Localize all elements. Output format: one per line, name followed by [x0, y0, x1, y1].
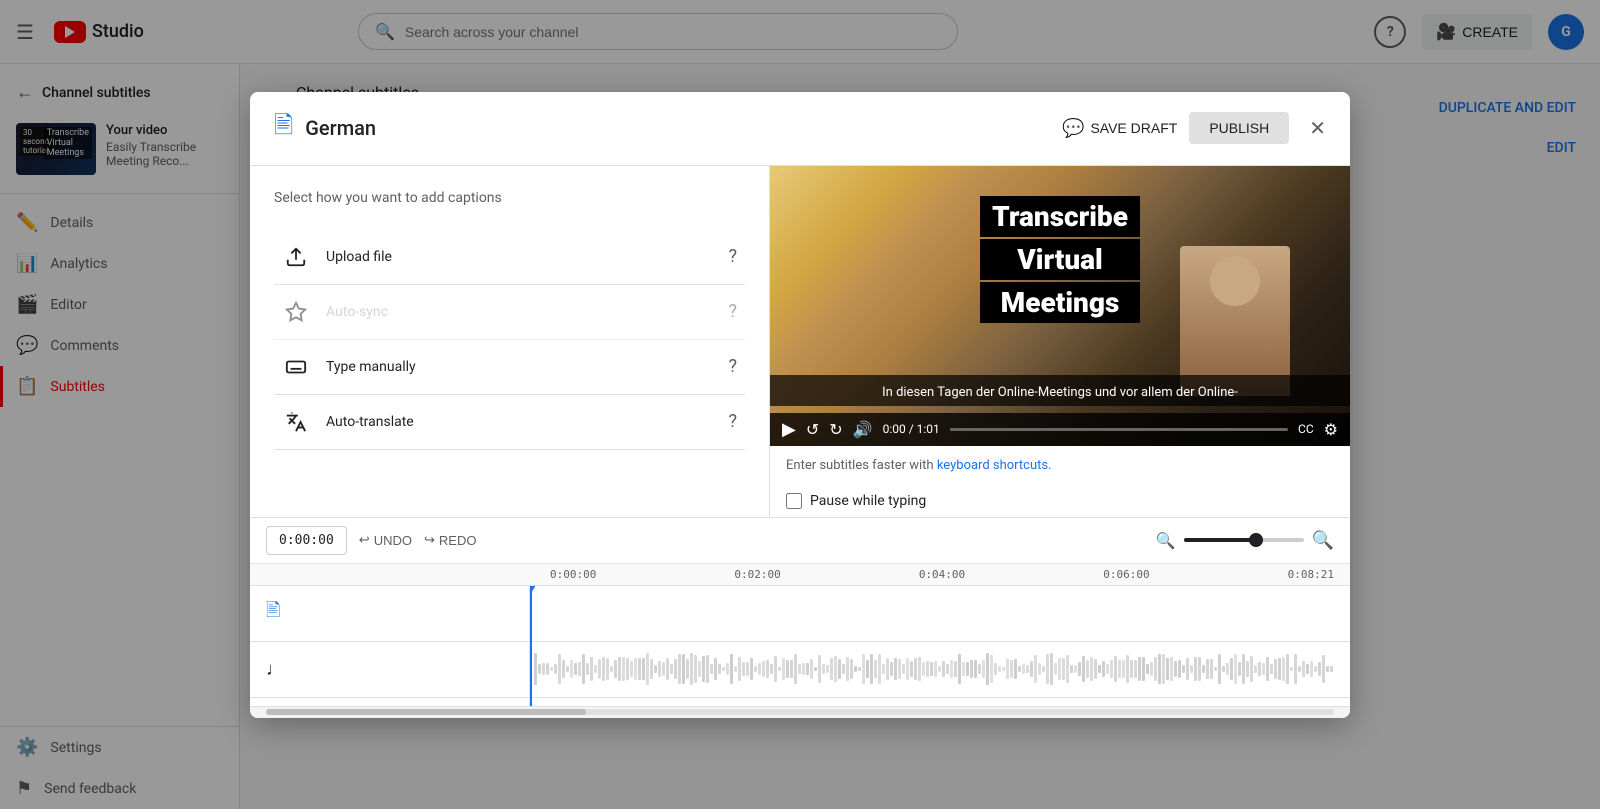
captions-panel-title: Select how you want to add captions	[274, 190, 745, 206]
video-info-panel: Enter subtitles faster with keyboard sho…	[770, 446, 1350, 485]
auto-translate-option[interactable]: Auto-translate ?	[274, 395, 745, 450]
scrollbar-container	[250, 706, 1350, 718]
pause-checkbox-container: Pause while typing	[770, 485, 1350, 517]
zoom-slider-thumb[interactable]	[1249, 533, 1263, 547]
modal-header: 🖹 German 💬 SAVE DRAFT PUBLISH ✕	[250, 92, 1350, 166]
scrollbar-thumb[interactable]	[266, 709, 586, 715]
ruler-mark-3: 0:06:00	[1103, 568, 1149, 581]
redo-button[interactable]: ↪ REDO	[424, 532, 476, 548]
track-content	[530, 586, 1350, 706]
type-manually-option[interactable]: Type manually ?	[274, 340, 745, 395]
audio-track-label: ♩	[250, 642, 529, 698]
volume-button[interactable]: 🔊	[853, 420, 873, 439]
track-labels: 🖹 ♩	[250, 586, 530, 706]
time-display: 0:00:00	[266, 526, 347, 555]
modal-header-icon: 🖹	[274, 108, 293, 149]
modal-body: Select how you want to add captions Uplo…	[250, 166, 1350, 517]
subtitle-modal: 🖹 German 💬 SAVE DRAFT PUBLISH ✕ Select h…	[250, 92, 1350, 718]
overlay-line1: Transcribe	[980, 196, 1140, 237]
keyboard-icon	[282, 356, 310, 378]
pause-while-typing-label: Pause while typing	[810, 493, 926, 509]
modal-actions: 💬 SAVE DRAFT PUBLISH ✕	[1062, 112, 1326, 144]
undo-button[interactable]: ↩ UNDO	[359, 532, 412, 548]
playhead	[530, 586, 532, 706]
audio-track-row	[530, 642, 1350, 698]
video-time: 0:00 / 1:01	[883, 422, 940, 436]
scrollbar-track[interactable]	[266, 709, 1334, 715]
translate-icon	[282, 411, 310, 433]
type-manually-help-icon[interactable]: ?	[728, 356, 737, 377]
forward-button[interactable]: ↻	[829, 420, 842, 439]
undo-icon: ↩	[359, 532, 370, 548]
video-overlay-text: Transcribe Virtual Meetings	[980, 196, 1140, 323]
save-draft-label: SAVE DRAFT	[1090, 120, 1177, 136]
timeline-section: 0:00:00 ↩ UNDO ↪ REDO 🔍 🔍	[250, 517, 1350, 718]
ruler-mark-0: 0:00:00	[550, 568, 596, 581]
audio-track-icon: ♩	[266, 659, 284, 680]
auto-translate-label: Auto-translate	[326, 414, 712, 430]
publish-button[interactable]: PUBLISH	[1189, 112, 1289, 144]
waveform	[530, 649, 1350, 689]
play-button[interactable]: ▶	[782, 419, 796, 440]
auto-translate-help-icon[interactable]: ?	[728, 411, 737, 432]
captions-panel: Select how you want to add captions Uplo…	[250, 166, 770, 517]
auto-sync-label: Auto-sync	[326, 304, 712, 320]
rewind-button[interactable]: ↺	[806, 420, 819, 439]
timeline-tracks: 🖹 ♩	[250, 586, 1350, 706]
ruler-marks: 0:00:00 0:02:00 0:04:00 0:06:00 0:08:21	[550, 568, 1334, 581]
ruler-mark-2: 0:04:00	[919, 568, 965, 581]
keyboard-shortcuts-link[interactable]: keyboard shortcuts.	[937, 458, 1052, 473]
upload-file-label: Upload file	[326, 249, 712, 265]
upload-file-icon	[282, 246, 310, 268]
auto-sync-icon	[282, 301, 310, 323]
auto-sync-option[interactable]: Auto-sync ?	[274, 285, 745, 340]
modal-overlay: 🖹 German 💬 SAVE DRAFT PUBLISH ✕ Select h…	[0, 0, 1600, 809]
keyboard-shortcuts-prefix: Enter subtitles faster with	[786, 458, 934, 473]
ruler-mark-4: 0:08:21	[1288, 568, 1334, 581]
subtitles-track-icon: 🖹	[266, 598, 280, 628]
subtitles-track-row[interactable]	[530, 586, 1350, 642]
zoom-out-icon[interactable]: 🔍	[1156, 531, 1176, 550]
subtitles-track-label: 🖹	[250, 586, 529, 642]
upload-file-help-icon[interactable]: ?	[728, 246, 737, 267]
pause-while-typing-checkbox[interactable]	[786, 493, 802, 509]
auto-sync-help-icon[interactable]: ?	[728, 301, 737, 322]
overlay-line2: Virtual	[980, 239, 1140, 280]
video-preview: Transcribe Virtual Meetings In diesen Ta…	[770, 166, 1350, 446]
cc-button[interactable]: CC	[1298, 422, 1314, 436]
zoom-control: 🔍 🔍	[1156, 530, 1334, 551]
zoom-slider[interactable]	[1184, 538, 1304, 542]
modal-close-button[interactable]: ✕	[1309, 116, 1326, 141]
ruler-mark-1: 0:02:00	[734, 568, 780, 581]
overlay-line3: Meetings	[980, 282, 1140, 323]
zoom-in-icon[interactable]: 🔍	[1312, 530, 1334, 551]
subtitle-text: In diesen Tagen der Online-Meetings und …	[882, 385, 1238, 400]
save-draft-icon: 💬	[1062, 118, 1084, 139]
progress-bar[interactable]	[950, 428, 1288, 431]
timeline-ruler: 0:00:00 0:02:00 0:04:00 0:06:00 0:08:21	[250, 564, 1350, 586]
type-manually-label: Type manually	[326, 359, 712, 375]
modal-title: German	[305, 116, 1062, 140]
redo-icon: ↪	[424, 532, 435, 548]
keyboard-shortcuts-info: Enter subtitles faster with keyboard sho…	[786, 458, 1334, 473]
upload-file-option[interactable]: Upload file ?	[274, 230, 745, 285]
video-settings-icon[interactable]: ⚙	[1324, 420, 1338, 439]
video-panel: Transcribe Virtual Meetings In diesen Ta…	[770, 166, 1350, 517]
video-subtitle-bar: In diesen Tagen der Online-Meetings und …	[770, 375, 1350, 406]
timeline-toolbar: 0:00:00 ↩ UNDO ↪ REDO 🔍 🔍	[250, 518, 1350, 564]
save-draft-button[interactable]: 💬 SAVE DRAFT	[1062, 118, 1177, 139]
video-controls: ▶ ↺ ↻ 🔊 0:00 / 1:01 CC ⚙	[770, 413, 1350, 446]
